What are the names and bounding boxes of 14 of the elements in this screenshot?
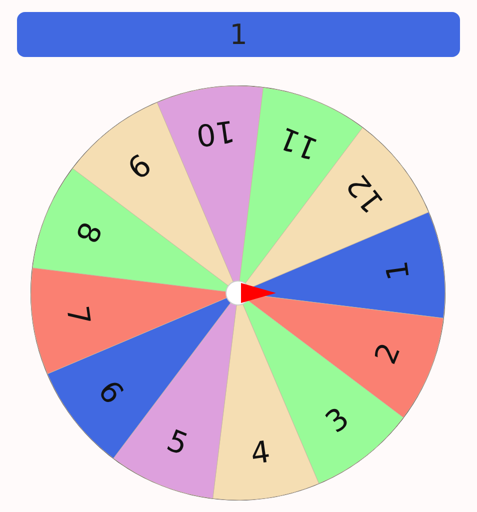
slice-label: 6 [90,374,130,412]
slice-label: 3 [318,401,356,440]
slice-label: 12 [340,167,391,220]
slice-label: 8 [68,216,108,248]
slice-label: 11 [274,119,322,166]
slice-label: 5 [161,423,192,463]
slice-label: 2 [368,338,408,370]
slice-label: 9 [119,146,156,185]
result-label: 1 [230,18,248,51]
slice-label: 7 [58,304,96,328]
slice-label: 4 [248,434,272,472]
slice-label: 1 [379,258,417,282]
pointer-icon [225,280,276,306]
slice-label: 10 [194,112,236,153]
